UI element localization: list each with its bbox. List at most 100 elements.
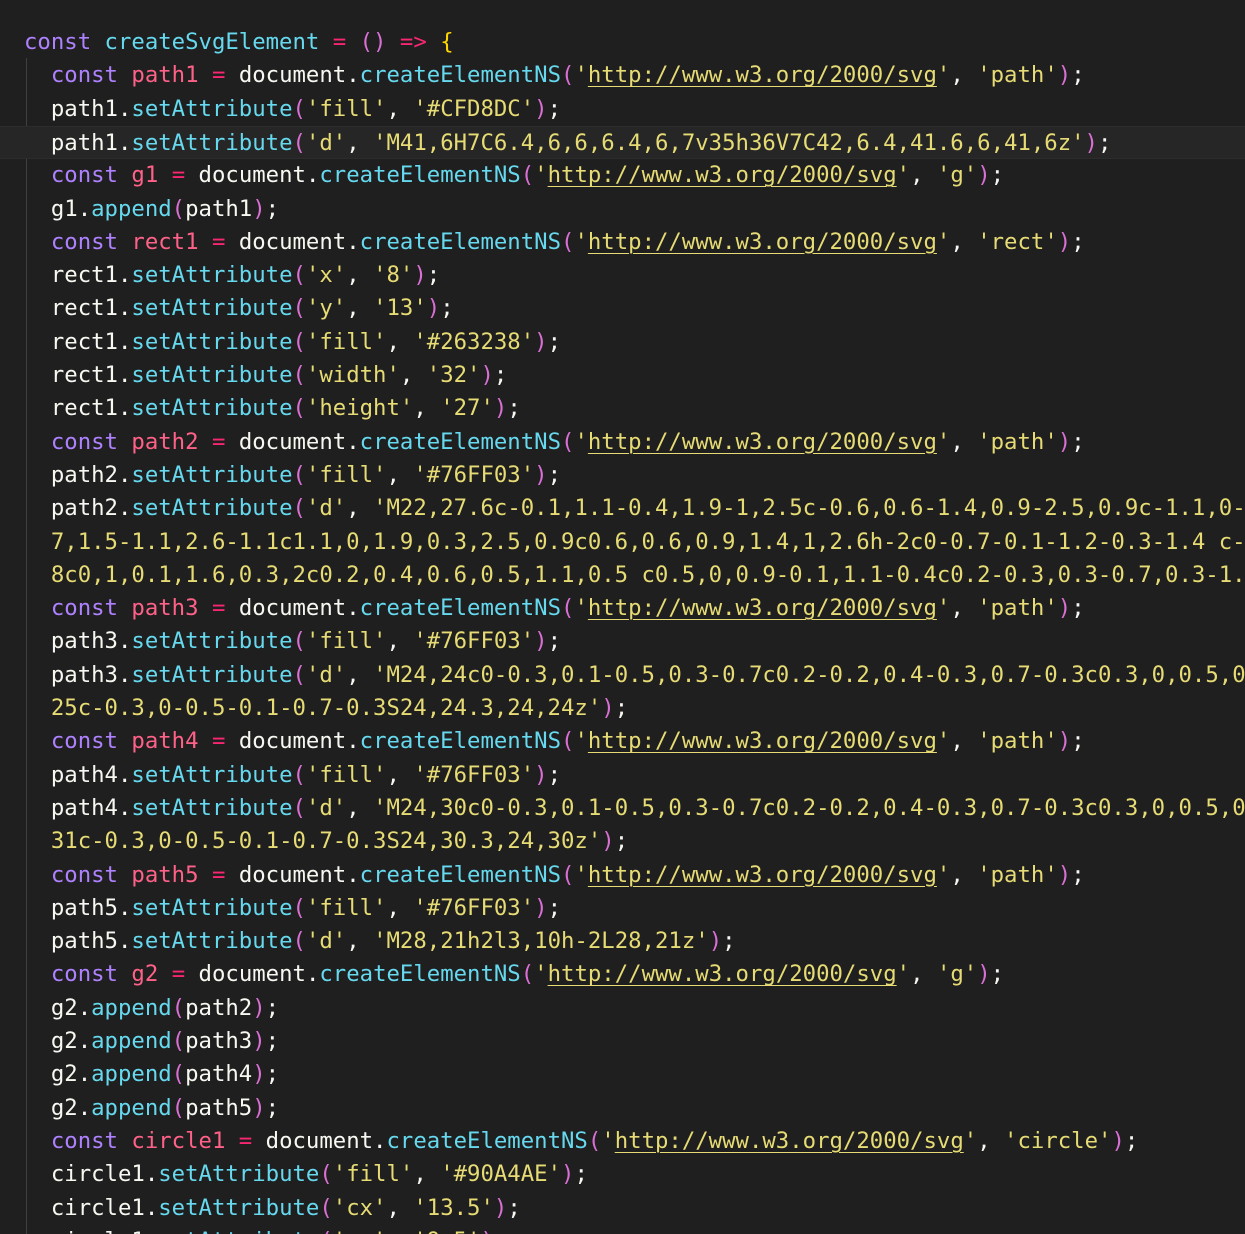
code-token: circle1.	[24, 1228, 158, 1234]
code-token: )	[413, 262, 427, 289]
code-token: setAttribute	[131, 794, 293, 821]
code-token: (	[561, 62, 575, 89]
code-line[interactable]: g1.append(path1);	[0, 193, 1245, 226]
code-line[interactable]: rect1.setAttribute('height', '27');	[0, 392, 1245, 425]
code-token: ;	[547, 761, 562, 788]
code-token: ,	[346, 129, 374, 156]
code-line[interactable]: const g2 = document.createElementNS('htt…	[0, 958, 1245, 991]
code-line[interactable]: g2.append(path5);	[0, 1092, 1245, 1125]
code-editor[interactable]: const createSvgElement = () => { const p…	[0, 0, 1245, 1234]
code-token: path1	[131, 62, 199, 89]
code-token: )	[1057, 595, 1072, 622]
code-token: circle1.	[24, 1194, 159, 1221]
code-token: ;	[547, 328, 562, 355]
code-token: (	[292, 495, 306, 522]
code-line[interactable]: 7,1.5-1.1,2.6-1.1c1.1,0,1.9,0.3,2.5,0.9c…	[0, 526, 1245, 559]
code-line[interactable]: 31c-0.3,0-0.5-0.1-0.7-0.3S24,30.3,24,30z…	[0, 825, 1245, 858]
code-token: (	[292, 628, 306, 655]
code-token: )	[252, 1094, 266, 1121]
code-token: ,	[346, 262, 374, 289]
code-token: ;	[1071, 62, 1085, 89]
code-line[interactable]: path2.setAttribute('fill', '#76FF03');	[0, 459, 1245, 492]
code-line[interactable]: path1.setAttribute('d', 'M41,6H7C6.4,6,6…	[0, 125, 1245, 160]
code-token: 8c0,1,0.1,1.6,0.3,2c0.2,0.4,0.6,0.5,1.1,…	[50, 561, 1245, 588]
code-token: ;	[990, 961, 1005, 988]
code-line[interactable]: circle1.setAttribute('cy', '9.5');	[0, 1225, 1245, 1234]
code-token: http://www.w3.org/2000/svg	[614, 1127, 964, 1154]
code-line[interactable]: const rect1 = document.createElementNS('…	[0, 226, 1245, 259]
code-line[interactable]: const path4 = document.createElementNS('…	[0, 725, 1245, 758]
code-token: )	[1057, 228, 1072, 255]
code-line[interactable]: const circle1 = document.createElementNS…	[0, 1125, 1245, 1158]
code-token: path1.	[24, 129, 132, 156]
code-line[interactable]: circle1.setAttribute('fill', '#90A4AE');	[0, 1158, 1245, 1191]
code-token: (	[561, 428, 575, 455]
code-line[interactable]: path5.setAttribute('fill', '#76FF03');	[0, 892, 1245, 925]
code-line[interactable]: path1.setAttribute('fill', '#CFD8DC');	[0, 93, 1245, 126]
code-line[interactable]: g2.append(path4);	[0, 1058, 1245, 1091]
code-token: ,	[950, 595, 978, 622]
code-token: 'fill'	[332, 1161, 414, 1188]
code-token: path4	[185, 1061, 253, 1088]
code-token: '	[936, 728, 951, 755]
code-line[interactable]: const path5 = document.createElementNS('…	[0, 859, 1245, 892]
code-line[interactable]: path3.setAttribute('d', 'M24,24c0-0.3,0.…	[0, 659, 1245, 692]
code-token: 7,1.5-1.1,2.6-1.1c1.1,0,1.9,0.3,2.5,0.9c…	[50, 528, 1245, 555]
code-token: 'rect'	[977, 228, 1058, 255]
code-token: rect1.	[24, 362, 132, 388]
code-line[interactable]: 8c0,1,0.1,1.6,0.3,2c0.2,0.4,0.6,0.5,1.1,…	[0, 559, 1245, 592]
code-token: =	[198, 728, 239, 755]
code-line[interactable]: circle1.setAttribute('cx', '13.5');	[0, 1192, 1245, 1225]
code-line[interactable]: const path2 = document.createElementNS('…	[0, 426, 1245, 459]
code-token: '#76FF03'	[413, 628, 535, 655]
code-token: ,	[346, 661, 374, 688]
code-token: document.	[198, 961, 320, 988]
code-line[interactable]: g2.append(path3);	[0, 1025, 1245, 1058]
code-token: ;	[265, 195, 280, 222]
code-token: )	[534, 328, 548, 355]
code-token: append	[91, 994, 172, 1021]
code-line[interactable]: rect1.setAttribute('width', '32');	[0, 359, 1245, 392]
code-token: '	[896, 961, 911, 988]
code-token: )	[426, 295, 441, 322]
code-token: (	[319, 1194, 333, 1221]
code-token: )	[601, 695, 615, 721]
code-line[interactable]: path3.setAttribute('fill', '#76FF03');	[0, 625, 1245, 658]
code-line[interactable]: path4.setAttribute('d', 'M24,30c0-0.3,0.…	[0, 792, 1245, 825]
code-line[interactable]: const path3 = document.createElementNS('…	[0, 592, 1245, 625]
code-token: ;	[265, 1028, 280, 1054]
code-token: http://www.w3.org/2000/svg	[587, 595, 937, 622]
code-token: path2	[131, 428, 199, 455]
code-token: (	[292, 794, 306, 821]
code-token: )	[561, 1161, 575, 1188]
code-token: =	[198, 428, 239, 455]
code-token: 'd'	[305, 794, 347, 821]
code-token: setAttribute	[131, 95, 293, 122]
code-line[interactable]: rect1.setAttribute('fill', '#263238');	[0, 326, 1245, 359]
code-line[interactable]: path2.setAttribute('d', 'M22,27.6c-0.1,1…	[0, 492, 1245, 525]
code-token: )	[1057, 62, 1072, 89]
code-line[interactable]: 25c-0.3,0-0.5-0.1-0.7-0.3S24,24.3,24,24z…	[0, 692, 1245, 725]
code-line[interactable]: const path1 = document.createElementNS('…	[0, 59, 1245, 92]
code-token: '	[534, 162, 548, 189]
code-token: document.	[265, 1127, 387, 1154]
code-token: '	[534, 961, 548, 988]
code-token: )	[252, 195, 266, 222]
code-line[interactable]: const g1 = document.createElementNS('htt…	[0, 159, 1245, 192]
code-line[interactable]: const createSvgElement = () => {	[0, 26, 1245, 59]
code-token: createElementNS	[359, 728, 561, 755]
code-token: )	[534, 95, 548, 122]
code-line[interactable]: path5.setAttribute('d', 'M28,21h2l3,10h-…	[0, 925, 1245, 958]
code-token: createSvgElement	[104, 29, 333, 55]
code-token: 'path'	[977, 728, 1058, 755]
code-token: path4	[131, 728, 199, 755]
code-line[interactable]: path4.setAttribute('fill', '#76FF03');	[0, 759, 1245, 792]
code-token: =>	[386, 29, 441, 55]
code-token: path2.	[24, 495, 132, 522]
code-line[interactable]: rect1.setAttribute('y', '13');	[0, 292, 1245, 325]
code-line[interactable]: g2.append(path2);	[0, 992, 1245, 1025]
code-token: (	[292, 395, 306, 422]
code-line[interactable]: rect1.setAttribute('x', '8');	[0, 259, 1245, 292]
